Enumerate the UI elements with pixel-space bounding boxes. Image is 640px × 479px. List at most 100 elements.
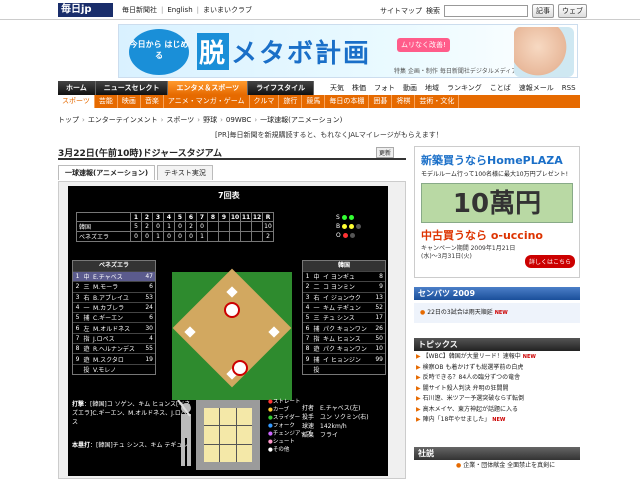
homeplaza-ad[interactable]: 新築買うならHomePLAZA モデルルーム行って100名様に最大10万円プレゼ…	[414, 146, 580, 278]
banner-credit: 特集 企画・制作 毎日新聞社デジタルメディア局	[394, 68, 524, 75]
senbatsu-news[interactable]: ● 22日の3試合は雨天順延 NEW	[414, 303, 580, 323]
topic-item[interactable]: ▶ 闇サイト殺人判決 弁明の狂間開	[414, 384, 580, 395]
subnav-travel[interactable]: 旅行	[279, 95, 303, 108]
field-view	[172, 268, 292, 400]
nav-entame-sports[interactable]: エンタメ＆スポーツ	[168, 81, 249, 95]
lineup-row: 7 指キム ヒョンス 50	[303, 332, 385, 343]
topics-header: トピックス	[414, 338, 580, 351]
scoreboard: 7回表 123 456 789 10 11 12 R 韓国 520 102 0 10…	[68, 186, 388, 476]
lineup-row: 8 遊パク キョンワン 10	[303, 343, 385, 353]
lineup-row: 7 指 J.ロペス 4	[73, 332, 155, 343]
nav-photo[interactable]: フォト	[374, 83, 395, 93]
subnav-geino[interactable]: 芸能	[95, 95, 118, 108]
nav-mail[interactable]: 速報メール	[519, 83, 554, 93]
nav-news-select[interactable]: ニュースセレクト	[95, 81, 169, 95]
pr-link[interactable]: [PR]毎日新聞を新規購読すると、もれなくJALマイレージがもらえます！	[215, 130, 443, 140]
subnav-art[interactable]: 芸術・文化	[415, 95, 460, 108]
lineup-korea: 韓国 1中イ ヨンギュ 8 2 二コ ヨンミン 9 3 右イ ジョンウク 13 4 一キム テギュ…	[302, 260, 386, 375]
search-article-button[interactable]: 記事	[532, 4, 554, 18]
nav-video[interactable]: 動画	[403, 83, 417, 93]
crumb-entertainment[interactable]: エンターテインメント	[88, 115, 158, 125]
lineup-row: 4 一 M.カブレラ 24	[73, 301, 155, 312]
tab-text[interactable]: テキスト実況	[157, 165, 213, 180]
lineup-venezuela: ベネズエラ 1 中 E.チャベス 47 2 三 M.モーラ 6 3 右 B.アブレイユ 53 4 一 M.カ…	[72, 260, 156, 375]
search-input[interactable]	[444, 5, 528, 17]
subnav-music[interactable]: 音楽	[141, 95, 164, 108]
top-link-club[interactable]: まいまいクラブ	[203, 5, 252, 15]
score-table: 123 456 789 10 11 12 R 韓国 520 102 0 10 ベネズ…	[76, 212, 274, 242]
lineup-row: 2二コ ヨンミン 9	[303, 281, 385, 291]
topic-item[interactable]: ▶ 高木メイヤ、東方神起が話題に入る	[414, 405, 580, 416]
topic-item[interactable]: ▶ 反時できる？84人の臨分ずつの竜舎	[414, 373, 580, 384]
lineup-row: 2 三 M.モーラ 6	[73, 281, 155, 291]
lineup-row: 3右イ ジョンウク 13	[303, 291, 385, 302]
view-tabs: 一球速報(アニメーション) テキスト実況	[58, 165, 213, 180]
ad-campaign: キャンペーン期間 2009年1月21日(水)～3月31日(火)	[421, 245, 516, 260]
batter-silhouette	[177, 400, 191, 466]
crumb-baseball[interactable]: 野球	[203, 115, 217, 125]
nav-stock[interactable]: 株価	[352, 83, 366, 93]
top-link-english[interactable]: English	[167, 6, 192, 14]
subnav-shogi[interactable]: 将棋	[392, 95, 416, 108]
top-link-mainichi[interactable]: 毎日新聞社	[122, 5, 157, 15]
subnav-igo[interactable]: 囲碁	[369, 95, 393, 108]
topic-item[interactable]: ▶ 検察OB も着かけずも総選挙前の白虎	[414, 363, 580, 374]
crumb-current: 一球速報(アニメーション)	[260, 116, 343, 124]
subnav-keiba[interactable]: 競馬	[302, 95, 326, 108]
banner-title: 脱メタボ計画	[197, 33, 371, 70]
crumb-wbc[interactable]: 09WBC	[226, 116, 251, 124]
subnav-anime[interactable]: アニメ・マンガ・ゲーム	[164, 95, 250, 108]
topic-item[interactable]: ▶ 陣内「18年やせました」 NEW	[414, 415, 580, 426]
topic-item[interactable]: ▶ 石川遼、米ツアー予選突破ならず転倒	[414, 394, 580, 405]
lineup-row: 3 右 B.アブレイユ 53	[73, 291, 155, 302]
lineup-row: 1中イ ヨンギュ 8	[303, 271, 385, 281]
breadcrumb: トップ › エンターテインメント › スポーツ › 野球 › 09WBC › 一球速報(ア…	[58, 115, 343, 125]
subnav-car[interactable]: クルマ	[250, 95, 280, 108]
out-count: O	[336, 232, 361, 239]
refresh-button[interactable]: 更新	[376, 147, 395, 158]
banner-ad[interactable]: 今日から はじめる 脱メタボ計画 ムリなく改善! 特集 企画・制作 毎日新聞社デ…	[118, 24, 578, 78]
lineup-row: 投	[303, 363, 385, 374]
strike-zone	[196, 400, 260, 470]
banner-circle: 今日から はじめる	[129, 29, 189, 75]
nav-rss[interactable]: RSS	[562, 84, 576, 92]
page-title: 3月22日(午前10時)ドジャースタジアム	[58, 149, 223, 159]
lineup-row: 9 遊 M.スクタロ 19	[73, 353, 155, 364]
inning-label: 7回表	[218, 191, 240, 200]
search-label: 検索	[426, 7, 440, 15]
nav-region[interactable]: 地域	[425, 83, 439, 93]
tab-animation[interactable]: 一球速報(アニメーション)	[58, 165, 156, 180]
subnav-books[interactable]: 毎日の本棚	[325, 95, 370, 108]
nav-weather[interactable]: 天気	[330, 83, 344, 93]
nav-lifestyle[interactable]: ライフスタイル	[248, 81, 315, 95]
lineup-row: 1 中 E.チャベス 47	[73, 271, 155, 282]
lineup-row: 4 一キム テギュン 52	[303, 301, 385, 312]
site-logo[interactable]: 毎日jp	[58, 3, 113, 17]
ad-details-button[interactable]: 詳しくはこちら	[525, 255, 576, 268]
lineup-title: ベネズエラ	[73, 261, 155, 271]
lineup-title: 韓国	[303, 261, 385, 271]
senbatsu-header[interactable]: センバツ 2009	[414, 287, 580, 300]
top-bar: 毎日jp 毎日新聞社 | English | まいまいクラブ サイトマップ 検索…	[0, 0, 640, 20]
sitemap-link[interactable]: サイトマップ	[380, 6, 422, 16]
nav-home[interactable]: ホーム	[58, 81, 96, 95]
nav-kotoba[interactable]: ことば	[490, 83, 511, 93]
lineup-row: 5 捕 C.ギーエン 6	[73, 312, 155, 322]
subnav-sports[interactable]: スポーツ	[58, 95, 95, 108]
lineup-row: 9捕イ ヒョンジン 99	[303, 353, 385, 364]
ad-subtitle: モデルルーム行って100名様に最大10万円プレゼント!	[421, 171, 569, 178]
crumb-top[interactable]: トップ	[58, 115, 79, 125]
ad-title: 新築買うならHomePLAZA	[421, 154, 563, 167]
nav-ranking[interactable]: ランキング	[447, 83, 482, 93]
topic-item[interactable]: ▶ 【WBC】韓国が大量リード！速報中 NEW	[414, 352, 580, 363]
subnav-movie[interactable]: 映画	[118, 95, 141, 108]
editorial-item[interactable]: ● 企業・団体献金 全面禁止を真剣に	[414, 461, 580, 471]
score-row-away: 韓国 520 102 0 10	[76, 221, 274, 232]
strike-count: S	[336, 214, 361, 221]
search-web-button[interactable]: ウェブ	[558, 4, 587, 18]
banner-photo	[514, 27, 574, 77]
crumb-sports[interactable]: スポーツ	[166, 115, 194, 125]
lineup-row: 6 左 M.オルドネス 30	[73, 322, 155, 333]
batter-figure	[232, 360, 248, 376]
lineup-row: 6 捕パク キョンワン 26	[303, 322, 385, 333]
